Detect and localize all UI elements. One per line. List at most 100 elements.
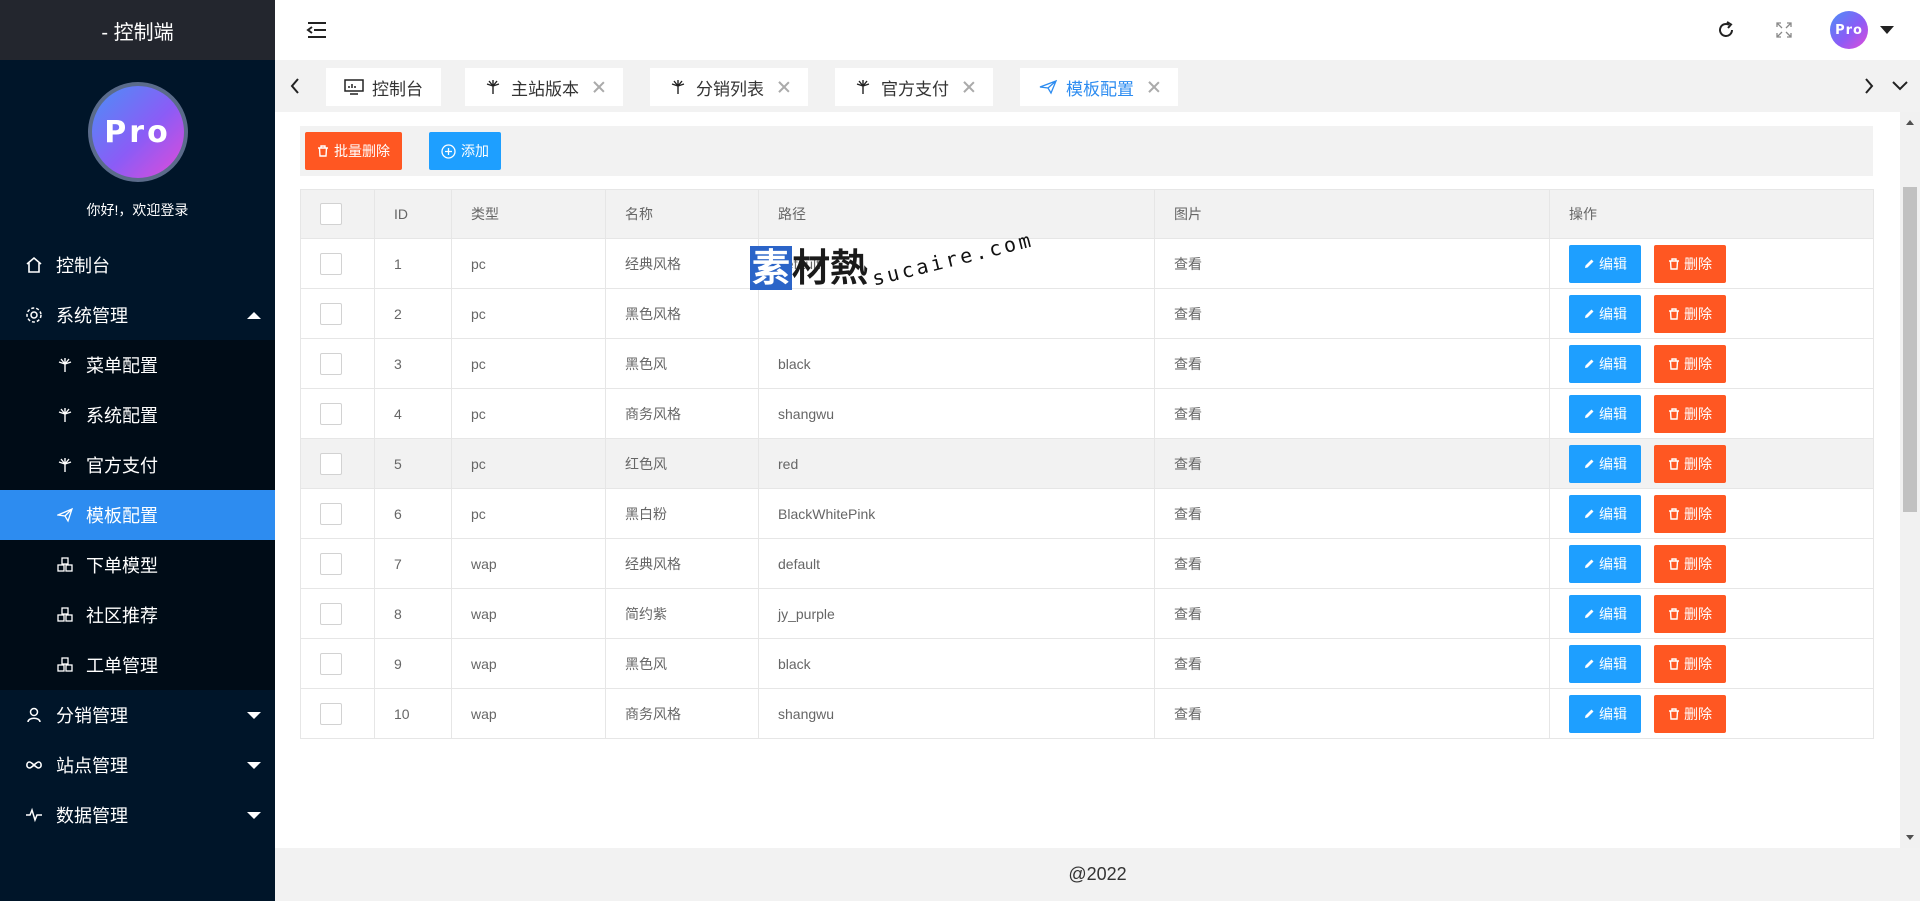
view-image-link[interactable]: 查看 [1174,556,1202,572]
edit-button[interactable]: 编辑 [1569,244,1641,283]
tab-template-config[interactable]: 模板配置 [1020,68,1178,106]
tab-menu-icon[interactable] [1880,60,1920,112]
edit-button[interactable]: 编辑 [1569,294,1641,333]
edit-button[interactable]: 编辑 [1569,344,1641,383]
batch-delete-button[interactable]: 批量删除 [305,132,402,170]
table-row[interactable]: 7 wap 经典风格 default 查看 编辑 删除 [300,538,1874,589]
close-icon[interactable] [963,81,975,93]
sidebar-item-official-pay[interactable]: 官方支付 [0,440,275,490]
table-row[interactable]: 4 pc 商务风格 shangwu 查看 编辑 删除 [300,388,1874,439]
sidebar-item-distribution[interactable]: 分销管理 [0,690,275,740]
cell-type: pc [451,388,606,439]
scroll-up-icon[interactable] [1906,120,1914,125]
column-header[interactable]: ID [374,189,452,239]
view-image-link[interactable]: 查看 [1174,306,1202,322]
sidebar-item-community[interactable]: 社区推荐 [0,590,275,640]
view-image-link[interactable]: 查看 [1174,606,1202,622]
table-row[interactable]: 6 pc 黑白粉 BlackWhitePink 查看 编辑 删除 [300,488,1874,539]
sidebar-item-data[interactable]: 数据管理 [0,790,275,840]
sidebar-item-order-model[interactable]: 下单模型 [0,540,275,590]
delete-button[interactable]: 删除 [1654,544,1726,583]
avatar[interactable]: Pro [87,82,188,182]
column-header[interactable]: 路径 [758,189,1155,239]
delete-button[interactable]: 删除 [1654,594,1726,633]
row-checkbox[interactable] [320,352,342,375]
table-row[interactable]: 2 pc 黑色风格 查看 编辑 删除 [300,288,1874,339]
cell-path: BlackWhitePink [758,488,1155,539]
table-row[interactable]: 9 wap 黑色风 black 查看 编辑 删除 [300,638,1874,689]
trash-icon [1668,307,1680,320]
select-all-checkbox[interactable] [320,203,342,225]
close-icon[interactable] [778,81,790,93]
sidebar-item-label: 下单模型 [86,556,158,576]
row-checkbox[interactable] [320,252,342,275]
view-image-link[interactable]: 查看 [1174,656,1202,672]
sidebar-item-ticket[interactable]: 工单管理 [0,640,275,690]
row-checkbox[interactable] [320,652,342,675]
header-avatar[interactable]: Pro [1830,11,1868,49]
delete-button[interactable]: 删除 [1654,444,1726,483]
row-checkbox-cell [300,538,375,589]
row-checkbox[interactable] [320,502,342,525]
sidebar-item-dashboard[interactable]: 控制台 [0,240,275,290]
column-header[interactable]: 图片 [1154,189,1550,239]
delete-button[interactable]: 删除 [1654,244,1726,283]
edit-button[interactable]: 编辑 [1569,694,1641,733]
add-button[interactable]: 添加 [429,132,501,170]
edit-button[interactable]: 编辑 [1569,494,1641,533]
delete-button[interactable]: 删除 [1654,694,1726,733]
delete-button[interactable]: 删除 [1654,294,1726,333]
tab-main-version[interactable]: 主站版本 [465,68,623,106]
scroll-down-icon[interactable] [1906,835,1914,840]
row-checkbox[interactable] [320,402,342,425]
row-checkbox[interactable] [320,602,342,625]
close-icon[interactable] [1148,81,1160,93]
tab-dashboard[interactable]: 控制台 [326,68,441,106]
delete-button[interactable]: 删除 [1654,494,1726,533]
edit-button[interactable]: 编辑 [1569,594,1641,633]
row-checkbox[interactable] [320,702,342,725]
cell-image: 查看 [1154,488,1550,539]
table-row[interactable]: 8 wap 简约紫 jy_purple 查看 编辑 删除 [300,588,1874,639]
column-header[interactable]: 类型 [451,189,606,239]
edit-button[interactable]: 编辑 [1569,644,1641,683]
scroll-thumb[interactable] [1903,187,1917,512]
table-row[interactable]: 10 wap 商务风格 shangwu 查看 编辑 删除 [300,688,1874,739]
view-image-link[interactable]: 查看 [1174,406,1202,422]
caret-down-icon[interactable] [1880,26,1894,34]
row-checkbox[interactable] [320,552,342,575]
tab-prev-icon[interactable] [275,60,315,112]
vertical-scrollbar[interactable] [1900,112,1920,848]
view-image-link[interactable]: 查看 [1174,506,1202,522]
fullscreen-icon[interactable] [1772,18,1796,42]
send-icon [56,506,74,524]
sidebar-item-site[interactable]: 站点管理 [0,740,275,790]
view-image-link[interactable]: 查看 [1174,456,1202,472]
delete-button[interactable]: 删除 [1654,644,1726,683]
sidebar-item-system[interactable]: 系统管理 [0,290,275,340]
table-row[interactable]: 5 pc 红色风 red 查看 编辑 删除 [300,438,1874,489]
view-image-link[interactable]: 查看 [1174,356,1202,372]
tab-official-pay[interactable]: 官方支付 [835,68,993,106]
close-icon[interactable] [593,81,605,93]
tab-distribution-list[interactable]: 分销列表 [650,68,808,106]
row-checkbox[interactable] [320,302,342,325]
sidebar-item-system-config[interactable]: 系统配置 [0,390,275,440]
edit-button[interactable]: 编辑 [1569,544,1641,583]
table-row[interactable]: 3 pc 黑色风 black 查看 编辑 删除 [300,338,1874,389]
footer: @2022 [275,848,1920,901]
edit-button[interactable]: 编辑 [1569,394,1641,433]
sidebar-item-menu-config[interactable]: 菜单配置 [0,340,275,390]
view-image-link[interactable]: 查看 [1174,256,1202,272]
table-row[interactable]: 1 pc 经典风格 default 查看 编辑 删除 [300,238,1874,289]
column-header[interactable]: 名称 [605,189,759,239]
delete-button[interactable]: 删除 [1654,344,1726,383]
delete-button[interactable]: 删除 [1654,394,1726,433]
sidebar-item-template-config[interactable]: 模板配置 [0,490,275,540]
edit-button[interactable]: 编辑 [1569,444,1641,483]
view-image-link[interactable]: 查看 [1174,706,1202,722]
palm-icon [853,77,873,97]
menu-toggle-icon[interactable] [305,18,329,42]
refresh-icon[interactable] [1714,18,1738,42]
row-checkbox[interactable] [320,452,342,475]
